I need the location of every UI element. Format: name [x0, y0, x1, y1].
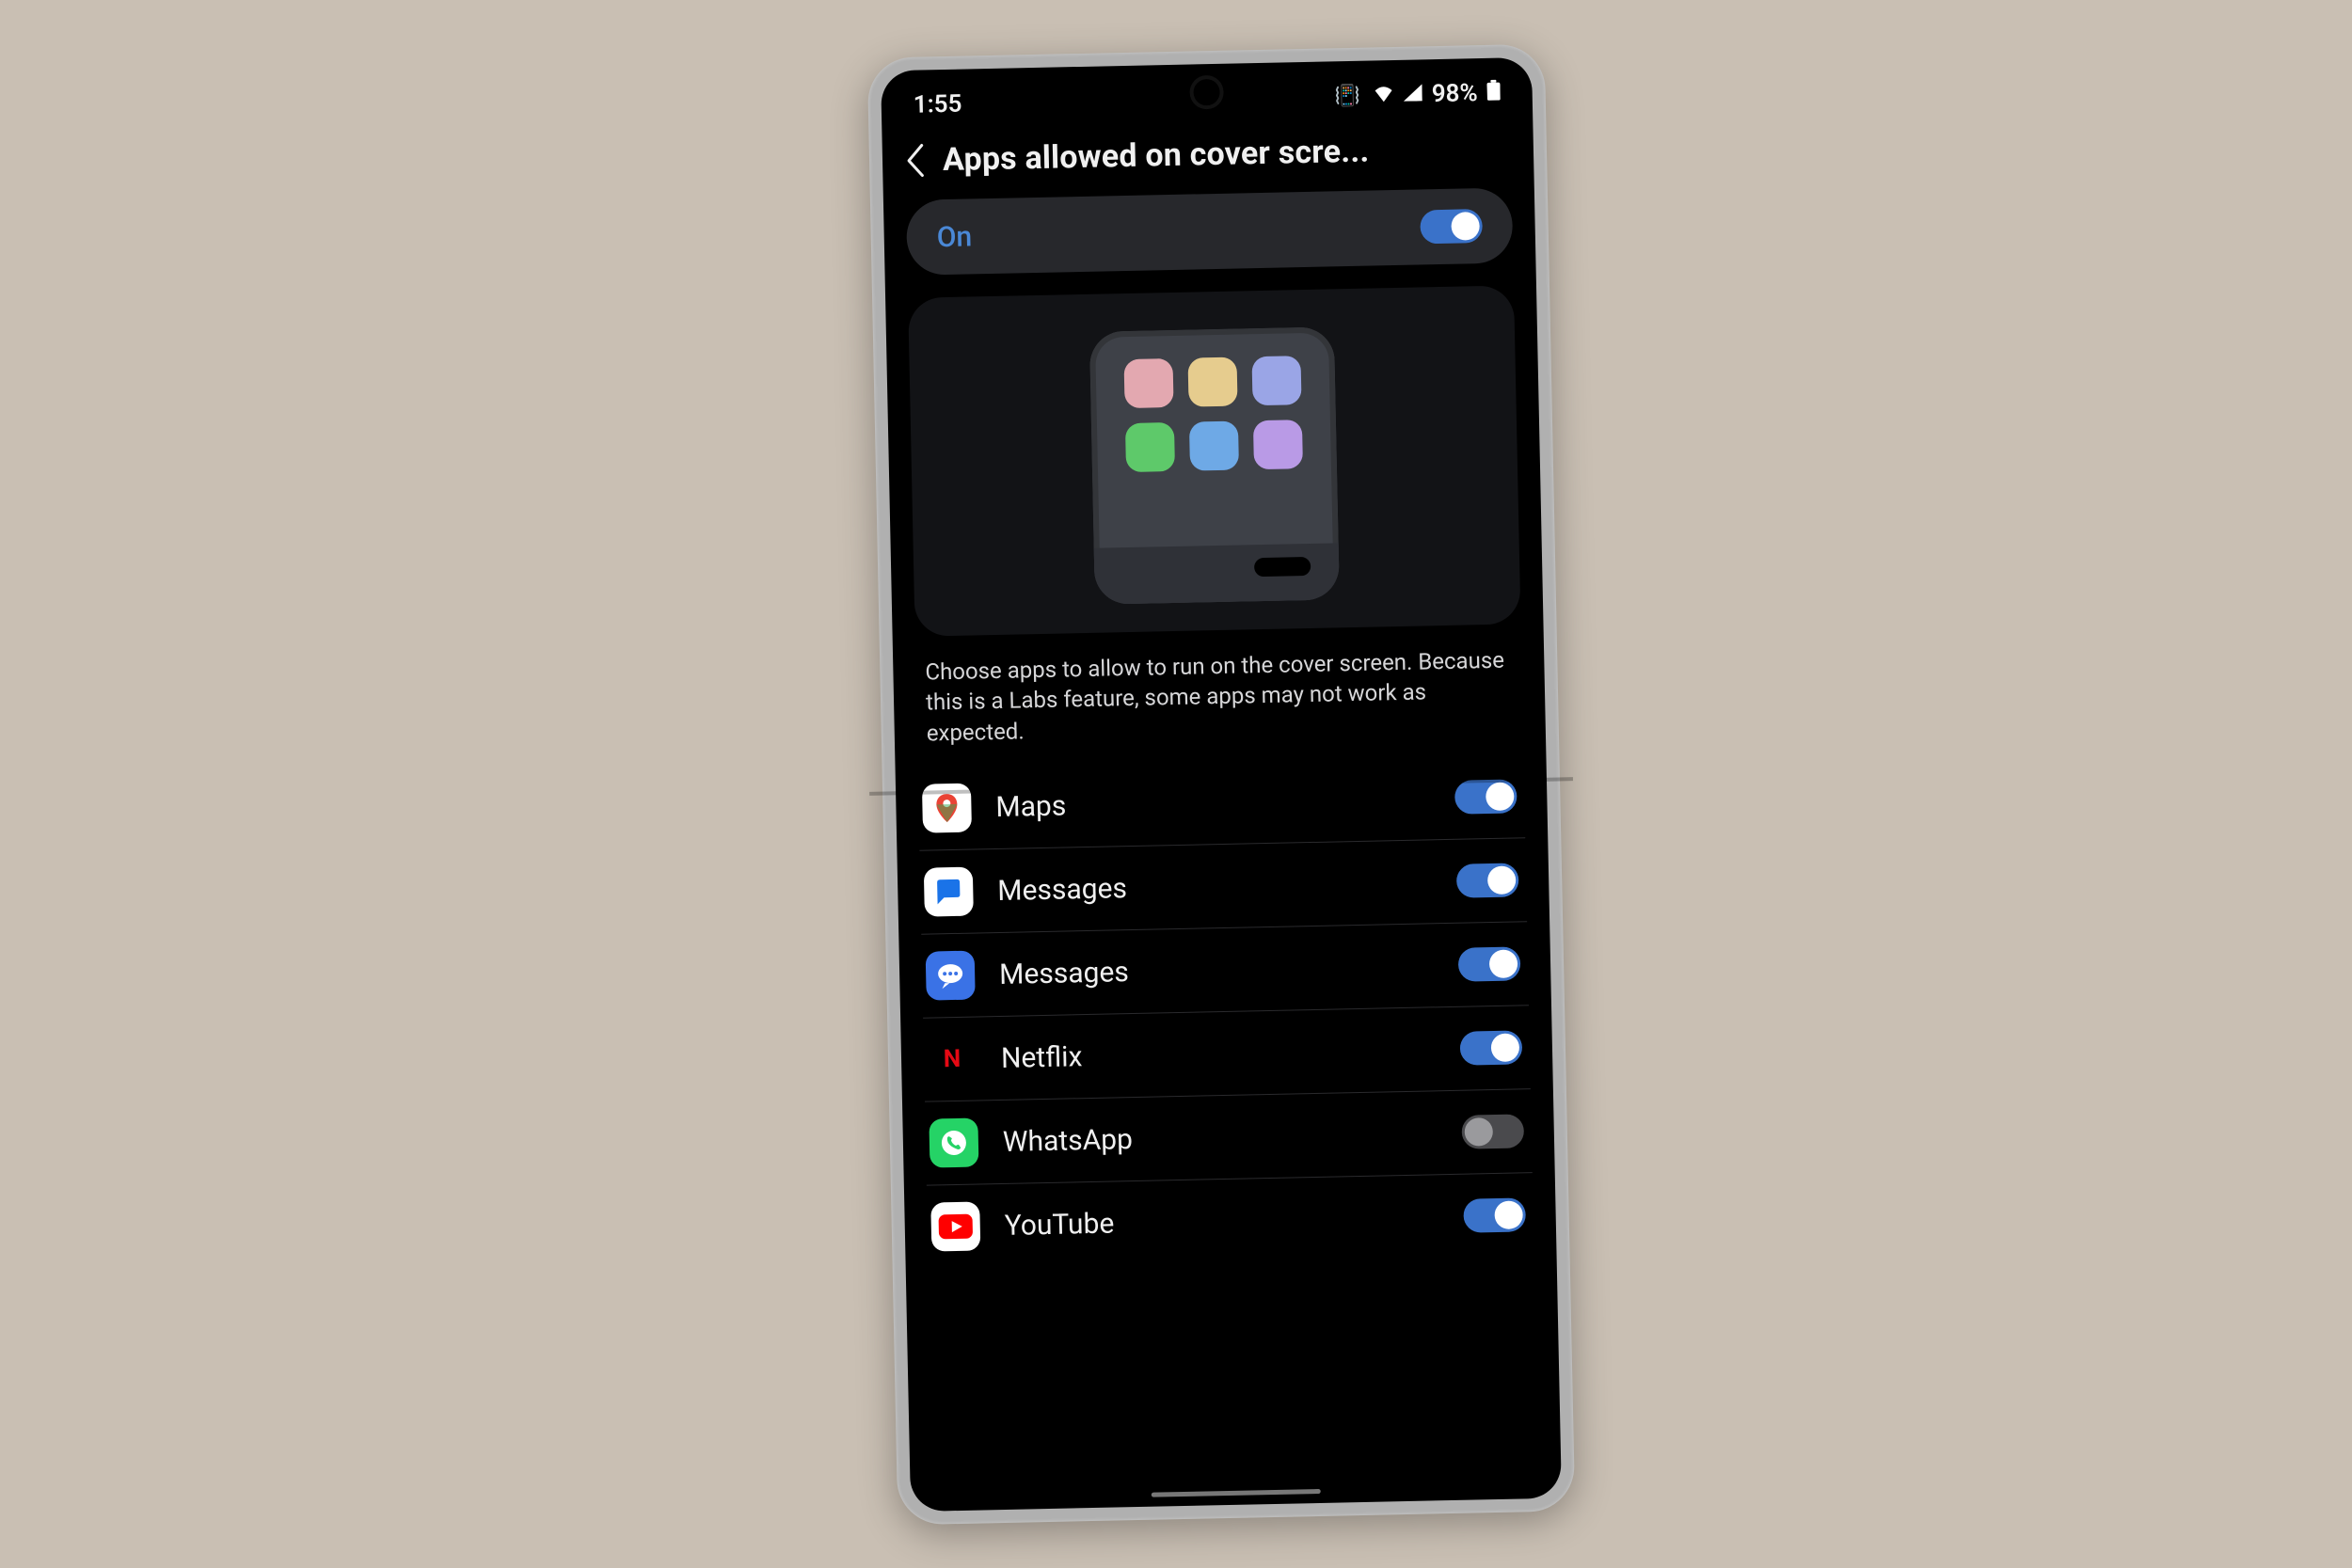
- cover-screen-illustration: [908, 285, 1520, 636]
- illustration-app-icon: [1187, 356, 1237, 406]
- app-toggle-netflix[interactable]: [1460, 1030, 1523, 1065]
- battery-icon: [1486, 78, 1501, 106]
- app-row-netflix[interactable]: N Netflix: [923, 1006, 1531, 1101]
- illustration-bar: [1254, 556, 1311, 576]
- app-toggle-whatsapp[interactable]: [1461, 1114, 1524, 1148]
- illustration-app-icon: [1251, 356, 1301, 405]
- app-toggle-messages-google[interactable]: [1456, 863, 1519, 897]
- app-toggle-youtube[interactable]: [1463, 1197, 1526, 1232]
- illustration-app-icon: [1253, 420, 1303, 469]
- wifi-icon: [1374, 83, 1395, 106]
- app-toggle-maps[interactable]: [1454, 779, 1518, 814]
- vibrate-icon: 📳: [1334, 84, 1364, 108]
- master-toggle-card[interactable]: On: [906, 187, 1514, 275]
- whatsapp-icon: [929, 1117, 978, 1167]
- camera-notch: [1193, 78, 1220, 105]
- home-indicator[interactable]: [1152, 1488, 1321, 1497]
- youtube-icon: [930, 1201, 980, 1251]
- illustration-app-icon: [1125, 421, 1175, 471]
- app-row-youtube[interactable]: YouTube: [927, 1173, 1534, 1268]
- app-row-messages-samsung[interactable]: Messages: [921, 922, 1529, 1018]
- app-toggle-messages-samsung[interactable]: [1458, 946, 1521, 981]
- battery-text: 98%: [1431, 79, 1478, 108]
- signal-icon: [1404, 82, 1423, 105]
- messages-google-icon: [924, 866, 974, 916]
- feature-description: Choose apps to allow to run on the cover…: [893, 623, 1547, 768]
- app-list: Maps Messages Messages N Netflix: [896, 753, 1557, 1268]
- status-right: 📳 98%: [1334, 78, 1501, 110]
- illustration-device: [1089, 326, 1340, 604]
- master-toggle[interactable]: [1420, 209, 1483, 244]
- illustration-app-icon: [1124, 357, 1174, 407]
- status-time: 1:55: [913, 89, 961, 119]
- app-row-messages-google[interactable]: Messages: [919, 838, 1527, 934]
- master-toggle-label: On: [936, 219, 972, 253]
- app-label: YouTube: [1004, 1199, 1439, 1242]
- page-title: Apps allowed on cover scre...: [943, 129, 1508, 179]
- app-row-maps[interactable]: Maps: [918, 754, 1526, 850]
- illustration-app-icon: [1189, 420, 1239, 470]
- messages-samsung-icon: [926, 950, 976, 1000]
- app-row-whatsapp[interactable]: WhatsApp: [925, 1089, 1533, 1185]
- header: Apps allowed on cover scre...: [882, 111, 1534, 199]
- back-button[interactable]: [905, 143, 927, 177]
- app-label: Messages: [997, 865, 1433, 908]
- app-label: Netflix: [1001, 1032, 1437, 1074]
- phone-frame: 1:55 📳 98% Apps allowed on cover scre...: [867, 43, 1576, 1525]
- app-label: Messages: [999, 948, 1435, 990]
- netflix-icon: N: [928, 1034, 977, 1084]
- app-label: WhatsApp: [1003, 1116, 1438, 1158]
